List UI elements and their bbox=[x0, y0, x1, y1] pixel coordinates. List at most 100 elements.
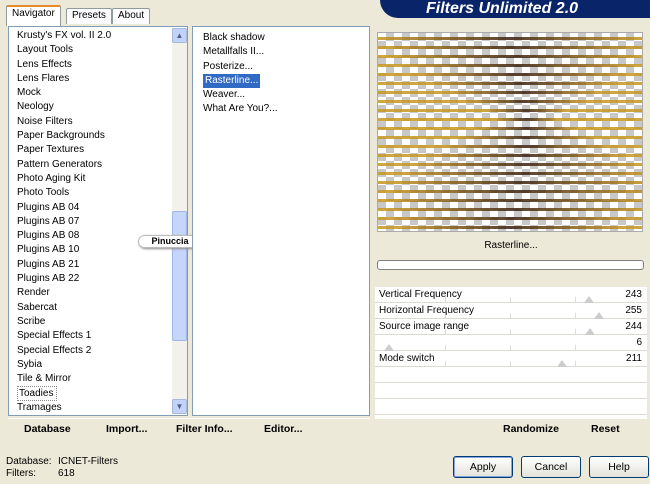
category-item[interactable]: Plugins AB 21 bbox=[17, 258, 187, 272]
slider-tick bbox=[510, 297, 511, 302]
category-list[interactable]: Krusty's FX vol. II 2.0 Layout Tools Lens … bbox=[8, 26, 188, 416]
param-empty-row bbox=[375, 383, 647, 399]
category-item[interactable]: Render bbox=[17, 286, 187, 300]
param-slider[interactable]: Source image range 244 bbox=[375, 319, 647, 335]
category-item[interactable]: Plugins AB 04 bbox=[17, 201, 187, 215]
category-item[interactable]: Sybia bbox=[17, 358, 187, 372]
filter-list[interactable]: Black shadow Metallfalls II... Posterize..… bbox=[192, 26, 370, 416]
editor-button[interactable]: Editor... bbox=[264, 423, 303, 435]
category-item[interactable]: Special Effects 2 bbox=[17, 344, 187, 358]
scrollbar-thumb[interactable] bbox=[172, 211, 187, 341]
slider-tick bbox=[575, 313, 576, 318]
filter-item[interactable]: Black shadow bbox=[203, 31, 369, 45]
category-item[interactable]: Plugins AB 22 bbox=[17, 272, 187, 286]
help-button[interactable]: Help bbox=[589, 456, 649, 478]
filter-item-label: Posterize... bbox=[203, 60, 254, 72]
import-button[interactable]: Import... bbox=[106, 423, 147, 435]
category-item[interactable]: Krusty's FX vol. II 2.0 bbox=[17, 29, 187, 43]
preview-stripe bbox=[378, 136, 642, 139]
preview-stripe bbox=[378, 55, 642, 58]
slider-tick bbox=[510, 361, 511, 366]
category-item[interactable]: Sabercat bbox=[17, 301, 187, 315]
param-empty-row bbox=[375, 399, 647, 415]
slider-handle[interactable] bbox=[583, 296, 594, 303]
category-item[interactable]: Plugins AB 07 bbox=[17, 215, 187, 229]
category-item[interactable]: Pattern Generators bbox=[17, 158, 187, 172]
category-scrollbar[interactable]: ▲ ▼ bbox=[172, 28, 187, 414]
tab-presets[interactable]: Presets bbox=[66, 8, 112, 24]
slider-tick bbox=[510, 313, 511, 318]
cancel-button[interactable]: Cancel bbox=[521, 456, 581, 478]
category-item[interactable]: Lens Effects bbox=[17, 58, 187, 72]
preview-stripe bbox=[378, 199, 642, 202]
category-item[interactable]: Tramages bbox=[17, 401, 187, 415]
slider-tick bbox=[575, 361, 576, 366]
preview-stripe bbox=[378, 64, 642, 67]
tab-about[interactable]: About bbox=[112, 8, 151, 24]
chevron-up-icon[interactable]: ▲ bbox=[172, 28, 187, 43]
database-value: ICNET-Filters bbox=[58, 456, 118, 467]
param-slider[interactable]: Vertical Frequency 243 bbox=[375, 287, 647, 303]
filter-item-label: Rasterline... bbox=[203, 73, 261, 88]
preview-stripe bbox=[378, 82, 642, 85]
param-value: 211 bbox=[626, 353, 642, 364]
category-item[interactable]: Scribe bbox=[17, 315, 187, 329]
database-button[interactable]: Database bbox=[24, 423, 71, 435]
reset-button[interactable]: Reset bbox=[591, 423, 620, 435]
category-item[interactable]: Special Effects 1 bbox=[17, 329, 187, 343]
filter-item-label: Metallfalls II... bbox=[203, 46, 265, 58]
preview-stripe bbox=[378, 181, 642, 184]
slider-handle[interactable] bbox=[594, 312, 604, 319]
preview-stripe bbox=[378, 37, 642, 40]
slider-tick bbox=[510, 345, 511, 350]
filter-item[interactable]: Posterize... bbox=[203, 60, 369, 74]
category-item[interactable]: Paper Textures bbox=[17, 143, 187, 157]
randomize-button[interactable]: Randomize bbox=[503, 423, 559, 435]
preview-stripe bbox=[378, 145, 642, 148]
filter-item[interactable]: Weaver... bbox=[203, 88, 369, 102]
param-slider[interactable]: 6 bbox=[375, 335, 647, 351]
category-item[interactable]: Photo Tools bbox=[17, 186, 187, 200]
database-label: Database: bbox=[6, 456, 52, 467]
apply-button[interactable]: Apply bbox=[453, 456, 513, 478]
category-item[interactable]: Mock bbox=[17, 86, 187, 100]
preview-stripe bbox=[378, 127, 642, 130]
slider-handle[interactable] bbox=[584, 328, 595, 335]
filters-label: Filters: bbox=[6, 468, 36, 479]
filter-item[interactable]: Rasterline... bbox=[203, 73, 369, 88]
preview-stripe bbox=[378, 118, 642, 121]
preview-panel bbox=[375, 26, 647, 241]
slider-tick bbox=[445, 345, 446, 350]
category-item[interactable]: Paper Backgrounds bbox=[17, 129, 187, 143]
preview-stripe bbox=[378, 154, 642, 157]
slider-tick bbox=[575, 345, 576, 350]
slider-handle[interactable] bbox=[556, 360, 567, 367]
param-label: Horizontal Frequency bbox=[379, 305, 475, 316]
filter-info-button[interactable]: Filter Info... bbox=[176, 423, 233, 435]
preview-stripe bbox=[378, 208, 642, 211]
category-item[interactable]: Photo Aging Kit bbox=[17, 172, 187, 186]
left-button-bar: Database Import... Filter Info... Editor… bbox=[8, 418, 370, 440]
chevron-down-icon[interactable]: ▼ bbox=[172, 399, 187, 414]
filter-item[interactable]: What Are You?... bbox=[203, 102, 369, 116]
param-label: Source image range bbox=[379, 321, 470, 332]
preview-stripe bbox=[378, 172, 642, 175]
category-item[interactable]: Layout Tools bbox=[17, 43, 187, 57]
filter-item-label: Black shadow bbox=[203, 32, 265, 43]
filter-item[interactable]: Metallfalls II... bbox=[203, 45, 369, 59]
param-slider[interactable]: Horizontal Frequency 255 bbox=[375, 303, 647, 319]
current-filter-name: Rasterline... bbox=[484, 240, 538, 251]
category-item[interactable]: Neology bbox=[17, 100, 187, 114]
preview-stripe bbox=[378, 190, 642, 193]
category-item[interactable]: Lens Flares bbox=[17, 72, 187, 86]
progress-bar bbox=[377, 260, 644, 270]
category-item[interactable]: Tile & Mirror bbox=[17, 372, 187, 386]
preview-image bbox=[377, 32, 643, 232]
preview-stripe bbox=[378, 217, 642, 220]
param-slider[interactable]: Mode switch 211 bbox=[375, 351, 647, 367]
slider-handle[interactable] bbox=[384, 344, 395, 351]
slider-tick bbox=[445, 361, 446, 366]
category-item[interactable]: Toadies bbox=[17, 386, 57, 401]
category-item[interactable]: Noise Filters bbox=[17, 115, 187, 129]
tab-navigator[interactable]: Navigator bbox=[6, 5, 61, 26]
